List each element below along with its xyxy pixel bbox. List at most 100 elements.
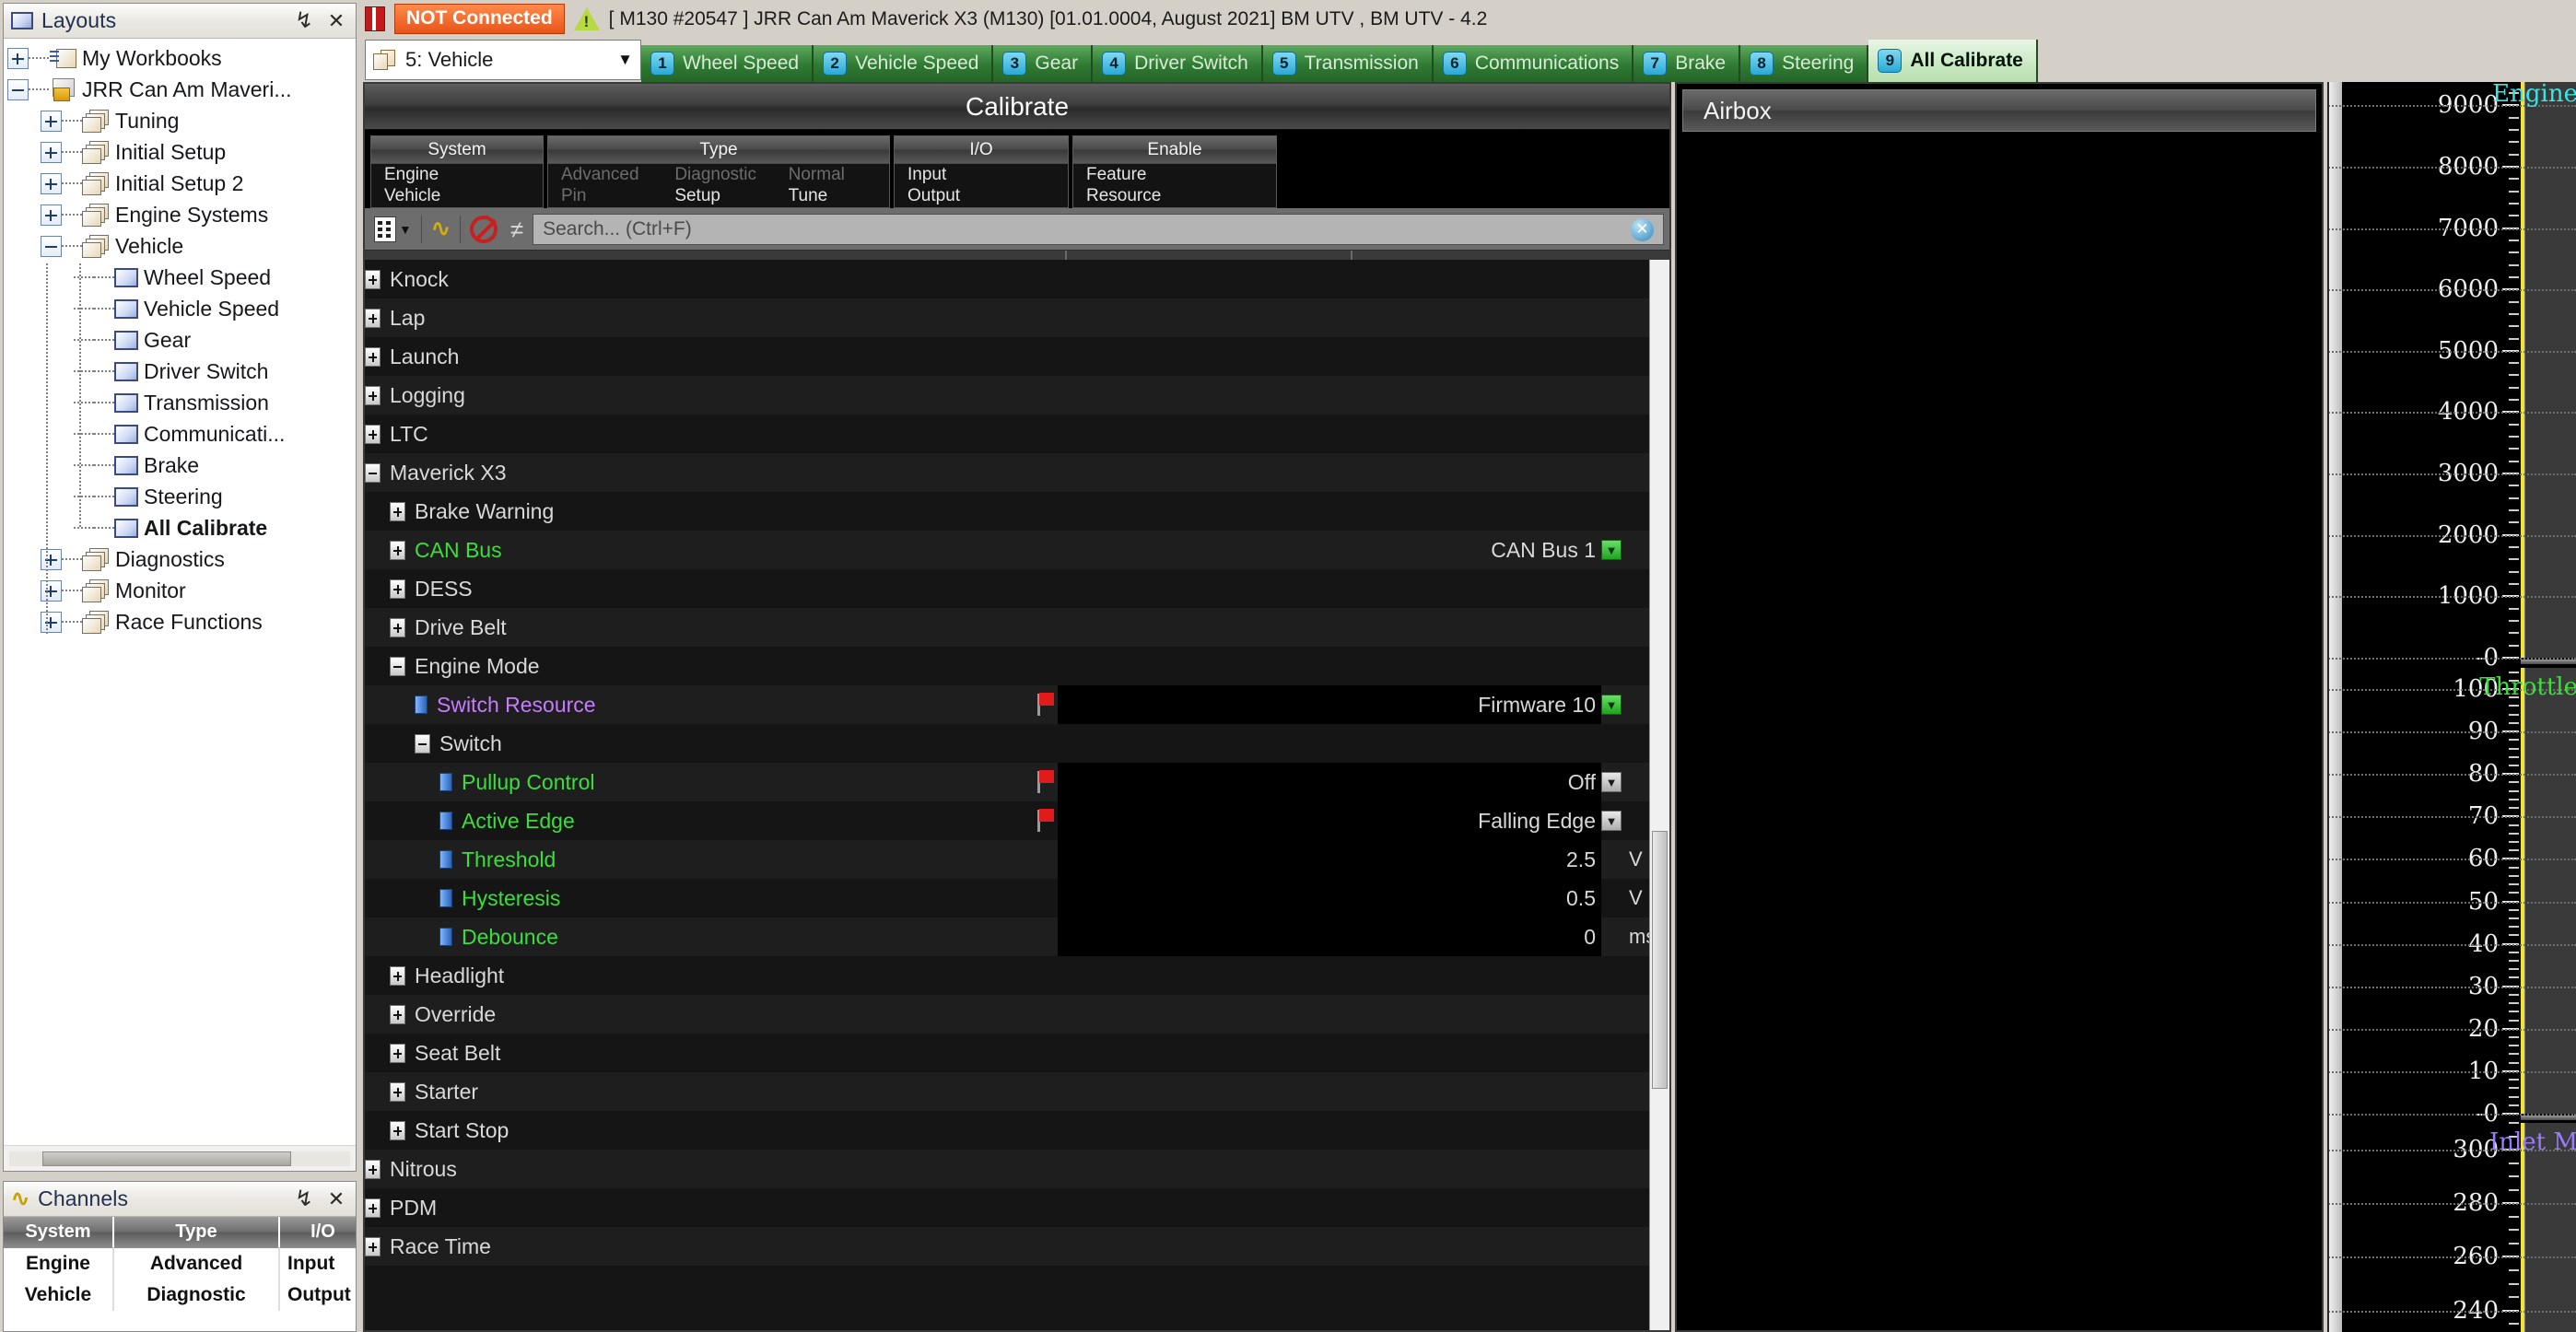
layouts-hscroll-thumb[interactable] bbox=[42, 1151, 291, 1166]
calibrate-value[interactable]: 0 bbox=[1058, 917, 1601, 956]
expand-icon[interactable] bbox=[41, 110, 62, 132]
close-icon[interactable]: ✕ bbox=[324, 1187, 348, 1211]
expand-icon[interactable] bbox=[365, 1198, 381, 1218]
expand-icon[interactable] bbox=[41, 204, 62, 226]
expand-icon[interactable] bbox=[365, 424, 381, 444]
calibrate-row[interactable]: PDM bbox=[365, 1188, 1669, 1227]
calibrate-row[interactable]: Logging bbox=[365, 376, 1669, 415]
calibrate-row[interactable]: Threshold 2.5 V bbox=[365, 840, 1669, 879]
layouts-hscroll-track[interactable] bbox=[9, 1151, 350, 1166]
calibrate-row[interactable]: LTC bbox=[365, 415, 1669, 453]
calibrate-row[interactable]: Seat Belt bbox=[365, 1034, 1669, 1072]
tab-communications[interactable]: 6 Communications bbox=[1433, 45, 1634, 82]
layouts-hscrollbar[interactable] bbox=[4, 1145, 356, 1171]
layouts-tree-item[interactable]: Diagnostics bbox=[4, 543, 356, 575]
layouts-tree-item[interactable]: Wheel Speed bbox=[4, 262, 356, 293]
calibrate-row[interactable]: Debounce 0 ms bbox=[365, 917, 1669, 956]
collapse-icon[interactable] bbox=[390, 656, 405, 676]
chevron-down-icon[interactable]: ▼ bbox=[617, 51, 633, 69]
not-equal-button[interactable]: ≠ bbox=[507, 214, 527, 245]
calibrate-row[interactable]: Headlight bbox=[365, 956, 1669, 995]
filter-option-normal[interactable]: Normal bbox=[776, 164, 889, 186]
collapse-icon[interactable] bbox=[365, 462, 381, 483]
calibrate-value[interactable]: Firmware 10 bbox=[1058, 685, 1601, 724]
filter-option-diagnostic[interactable]: Diagnostic bbox=[662, 164, 775, 186]
calibrate-value[interactable]: 0.5 bbox=[1058, 879, 1601, 917]
calibrate-parameter-list[interactable]: Knock Lap Launch Logging LTC Maverick X3 Brake… bbox=[365, 260, 1669, 1330]
close-icon[interactable]: ✕ bbox=[324, 9, 348, 33]
expand-icon[interactable] bbox=[365, 269, 381, 289]
expand-icon[interactable] bbox=[390, 1004, 405, 1024]
calibrate-row[interactable]: Drive Belt bbox=[365, 608, 1669, 647]
calibrate-vscroll-thumb[interactable] bbox=[1652, 831, 1668, 1089]
tab-all-calibrate[interactable]: 9 All Calibrate bbox=[1868, 40, 2038, 82]
channels-row[interactable]: Engine Advanced Input bbox=[4, 1248, 356, 1279]
expand-icon[interactable] bbox=[41, 548, 62, 570]
tab-driver-switch[interactable]: 4 Driver Switch bbox=[1093, 45, 1263, 82]
layouts-tree-item[interactable]: Monitor bbox=[4, 575, 356, 606]
calibrate-value[interactable]: Off bbox=[1058, 763, 1601, 801]
dropdown-arrow-icon[interactable]: ▼ bbox=[1601, 772, 1622, 792]
expand-icon[interactable] bbox=[41, 579, 62, 602]
calibrate-value[interactable]: CAN Bus 1 bbox=[1058, 531, 1601, 569]
expand-icon[interactable] bbox=[41, 172, 62, 194]
expand-icon[interactable] bbox=[365, 1236, 381, 1256]
filter-option-engine[interactable]: Engine bbox=[371, 164, 543, 186]
column-splitters[interactable] bbox=[365, 251, 1669, 260]
calibrate-row[interactable]: Switch bbox=[365, 724, 1669, 763]
waveform-button[interactable]: ∿ bbox=[427, 214, 454, 245]
calibrate-row[interactable]: Launch bbox=[365, 337, 1669, 376]
layouts-tree-item[interactable]: Initial Setup bbox=[4, 136, 356, 168]
filter-option-feature[interactable]: Feature bbox=[1073, 164, 1276, 186]
expand-icon[interactable] bbox=[390, 578, 405, 599]
filter-option-tune[interactable]: Tune bbox=[776, 186, 889, 208]
collapse-icon[interactable] bbox=[7, 78, 29, 100]
layouts-tree-item[interactable]: All Calibrate bbox=[4, 512, 356, 543]
expand-icon[interactable] bbox=[390, 965, 405, 986]
calibrate-vscrollbar[interactable] bbox=[1649, 260, 1669, 1330]
layouts-tree-item[interactable]: Driver Switch bbox=[4, 356, 356, 387]
expand-icon[interactable] bbox=[390, 1043, 405, 1063]
layouts-tree-item[interactable]: Brake bbox=[4, 450, 356, 481]
clear-search-icon[interactable]: ✕ bbox=[1631, 217, 1654, 241]
filter-option-setup[interactable]: Setup bbox=[662, 186, 775, 208]
layout-tabs[interactable]: 1 Wheel Speed 2 Vehicle Speed 3 Gear 4 Driver S… bbox=[641, 38, 2576, 82]
calibrate-row[interactable]: Pullup Control Off ▼ bbox=[365, 763, 1669, 801]
expand-icon[interactable] bbox=[365, 1159, 381, 1179]
filter-option-advanced[interactable]: Advanced bbox=[548, 164, 662, 186]
expand-icon[interactable] bbox=[41, 611, 62, 633]
layouts-tree-item[interactable]: Communicati... bbox=[4, 418, 356, 450]
calibrate-row[interactable]: Nitrous bbox=[365, 1150, 1669, 1188]
connection-status-badge[interactable]: NOT Connected bbox=[394, 4, 565, 34]
dropdown-arrow-icon[interactable]: ▼ bbox=[1601, 540, 1622, 560]
calibrate-value[interactable]: 2.5 bbox=[1058, 840, 1601, 879]
pin-icon[interactable]: ↯ bbox=[292, 1186, 316, 1212]
expand-icon[interactable] bbox=[390, 501, 405, 521]
layouts-tree-item[interactable]: Engine Systems bbox=[4, 199, 356, 230]
layouts-tree-item[interactable]: Vehicle bbox=[4, 230, 356, 262]
calibrate-row[interactable]: Engine Mode bbox=[365, 647, 1669, 685]
calibrate-row[interactable]: Start Stop bbox=[365, 1111, 1669, 1150]
layouts-tree-item[interactable]: Tuning bbox=[4, 105, 356, 136]
layout-select[interactable]: 5: Vehicle ▼ bbox=[365, 40, 641, 80]
calibrate-value[interactable]: Falling Edge bbox=[1058, 801, 1601, 840]
calibrate-row[interactable]: Active Edge Falling Edge ▼ bbox=[365, 801, 1669, 840]
pin-icon[interactable]: ↯ bbox=[292, 7, 316, 34]
list-view-button[interactable]: ▼ bbox=[370, 214, 416, 245]
calibrate-row[interactable]: Brake Warning bbox=[365, 492, 1669, 531]
calibrate-row[interactable]: Maverick X3 bbox=[365, 453, 1669, 492]
calibrate-row[interactable]: Override bbox=[365, 995, 1669, 1034]
filter-option-resource[interactable]: Resource bbox=[1073, 186, 1276, 208]
calibrate-row[interactable]: CAN Bus CAN Bus 1 ▼ bbox=[365, 531, 1669, 569]
calibrate-row[interactable]: Starter bbox=[365, 1072, 1669, 1111]
channels-row[interactable]: Vehicle Diagnostic Output bbox=[4, 1279, 356, 1311]
expand-icon[interactable] bbox=[365, 346, 381, 367]
channels-column-header[interactable]: Type bbox=[114, 1217, 280, 1248]
layouts-tree-item[interactable]: My Workbooks bbox=[4, 42, 356, 74]
filter-option-pin[interactable]: Pin bbox=[548, 186, 662, 208]
tab-steering[interactable]: 8 Steering bbox=[1740, 45, 1869, 82]
layouts-tree-item[interactable]: Race Functions bbox=[4, 606, 356, 637]
tab-transmission[interactable]: 5 Transmission bbox=[1262, 45, 1434, 82]
tab-brake[interactable]: 7 Brake bbox=[1633, 45, 1741, 82]
calibrate-row[interactable]: DESS bbox=[365, 569, 1669, 608]
